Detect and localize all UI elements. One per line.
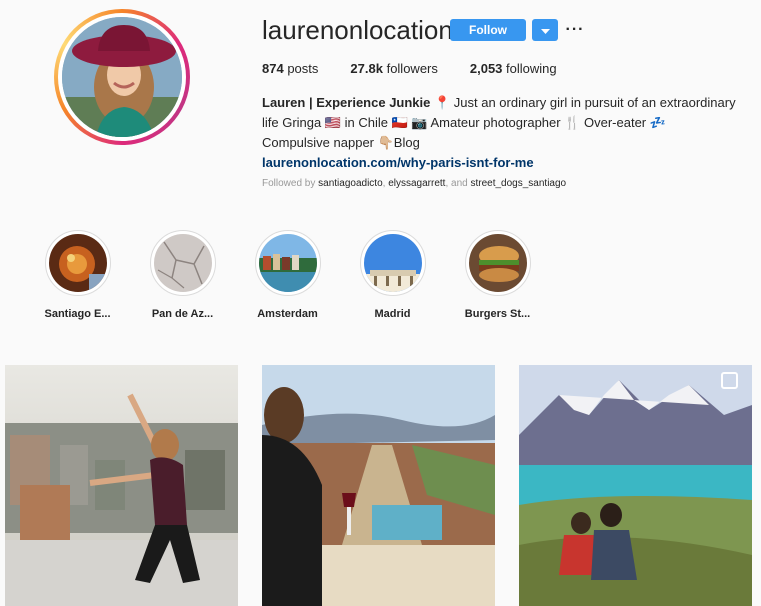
- highlight-label: Pan de Az...: [151, 308, 214, 320]
- highlight-pan-de-azucar[interactable]: Pan de Az...: [130, 230, 235, 320]
- followers-label: followers: [386, 61, 438, 76]
- following-count: 2,053: [469, 61, 503, 76]
- highlight-cover: [363, 234, 422, 292]
- more-options-button[interactable]: ···: [565, 19, 585, 41]
- highlight-cover: [48, 234, 107, 292]
- posts-stat: 874 posts: [262, 61, 318, 76]
- post-thumbnail[interactable]: [519, 365, 752, 606]
- followers-stat[interactable]: 27.8k followers: [350, 61, 437, 76]
- highlight-label: Burgers St...: [464, 308, 531, 320]
- highlight-label: Madrid: [374, 308, 411, 320]
- highlight-cover: [153, 234, 212, 292]
- followed-by-account[interactable]: street_dogs_santiago: [470, 178, 566, 189]
- bio-line-3: Compulsive napper 👇🏼Blog: [262, 135, 420, 150]
- highlight-cover: [468, 234, 527, 292]
- post-thumbnail[interactable]: [5, 365, 238, 606]
- profile-avatar[interactable]: [54, 9, 190, 145]
- more-horizontal-icon: ···: [565, 21, 585, 38]
- bio-line-2: life Gringa 🇺🇸 in Chile 🇨🇱 📷 Amateur pho…: [262, 115, 666, 130]
- chevron-down-icon: [540, 23, 550, 38]
- followed-by-account[interactable]: elyssagarrett: [388, 178, 445, 189]
- followed-by-account[interactable]: santiagoadicto: [318, 178, 383, 189]
- follow-button[interactable]: Follow: [450, 19, 526, 41]
- posts-label: posts: [287, 61, 319, 76]
- highlight-burgers[interactable]: Burgers St...: [445, 230, 550, 320]
- avatar-photo: [62, 17, 182, 137]
- profile-stats: 874 posts 27.8k followers 2,053 followin…: [262, 61, 589, 76]
- bio-line-1: 📍 Just an ordinary girl in pursuit of an…: [430, 95, 736, 110]
- suggestions-dropdown-button[interactable]: [532, 19, 558, 41]
- highlight-label: Amsterdam: [257, 308, 318, 320]
- highlight-amsterdam[interactable]: Amsterdam: [235, 230, 340, 320]
- profile-username: laurenonlocation: [262, 15, 453, 45]
- highlight-santiago[interactable]: Santiago E...: [25, 230, 130, 320]
- posts-count: 874: [262, 61, 284, 76]
- highlight-madrid[interactable]: Madrid: [340, 230, 445, 320]
- multiple-posts-icon: [721, 372, 738, 389]
- story-highlights: Santiago E... Pan de Az... Amsterdam Mad…: [25, 230, 550, 320]
- bio-website-link[interactable]: laurenonlocation.com/why-paris-isnt-for-…: [262, 153, 752, 173]
- profile-bio: Lauren | Experience Junkie 📍 Just an ord…: [262, 93, 752, 173]
- profile-full-name: Lauren | Experience Junkie: [262, 95, 431, 110]
- highlight-label: Santiago E...: [44, 308, 111, 320]
- followers-count: 27.8k: [350, 61, 383, 76]
- followed-by-text: Followed by santiagoadicto, elyssagarret…: [262, 178, 567, 189]
- highlight-cover: [258, 234, 317, 292]
- post-thumbnail[interactable]: [262, 365, 495, 606]
- following-label: following: [506, 61, 557, 76]
- following-stat[interactable]: 2,053 following: [470, 61, 557, 76]
- profile-page: laurenonlocation Follow ··· 874 posts 27…: [0, 0, 761, 606]
